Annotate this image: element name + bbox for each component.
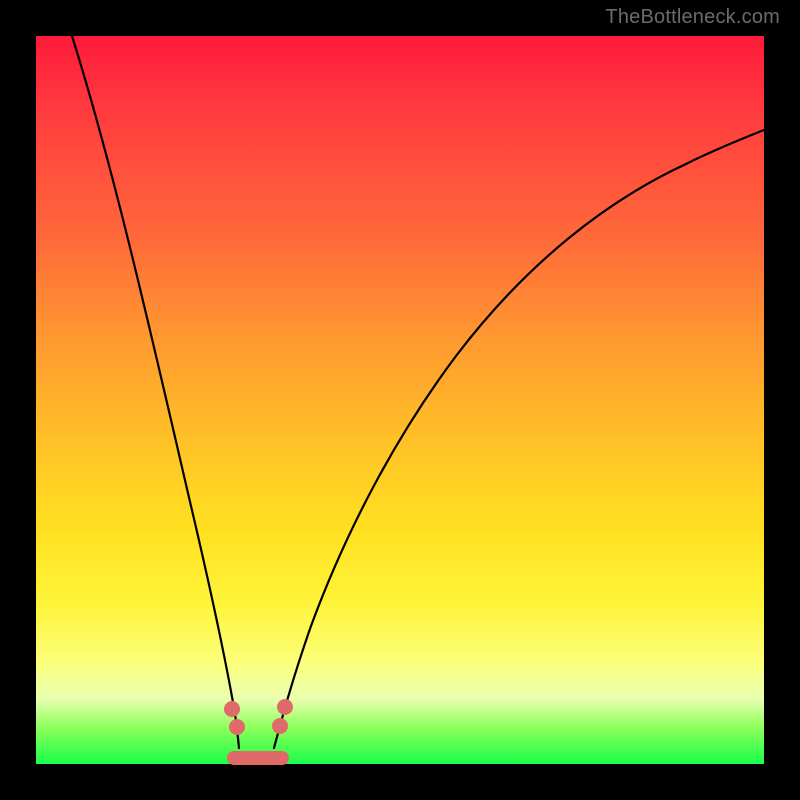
outer-frame: TheBottleneck.com — [0, 0, 800, 800]
plot-area — [36, 36, 764, 764]
marker-dot — [277, 699, 293, 715]
curve-layer — [36, 36, 764, 764]
marker-dot — [272, 718, 288, 734]
watermark-text: TheBottleneck.com — [605, 6, 780, 29]
marker-dot — [229, 719, 245, 735]
marker-dot — [224, 701, 240, 717]
curve-right-branch — [274, 130, 764, 748]
curve-left-branch — [72, 36, 239, 748]
